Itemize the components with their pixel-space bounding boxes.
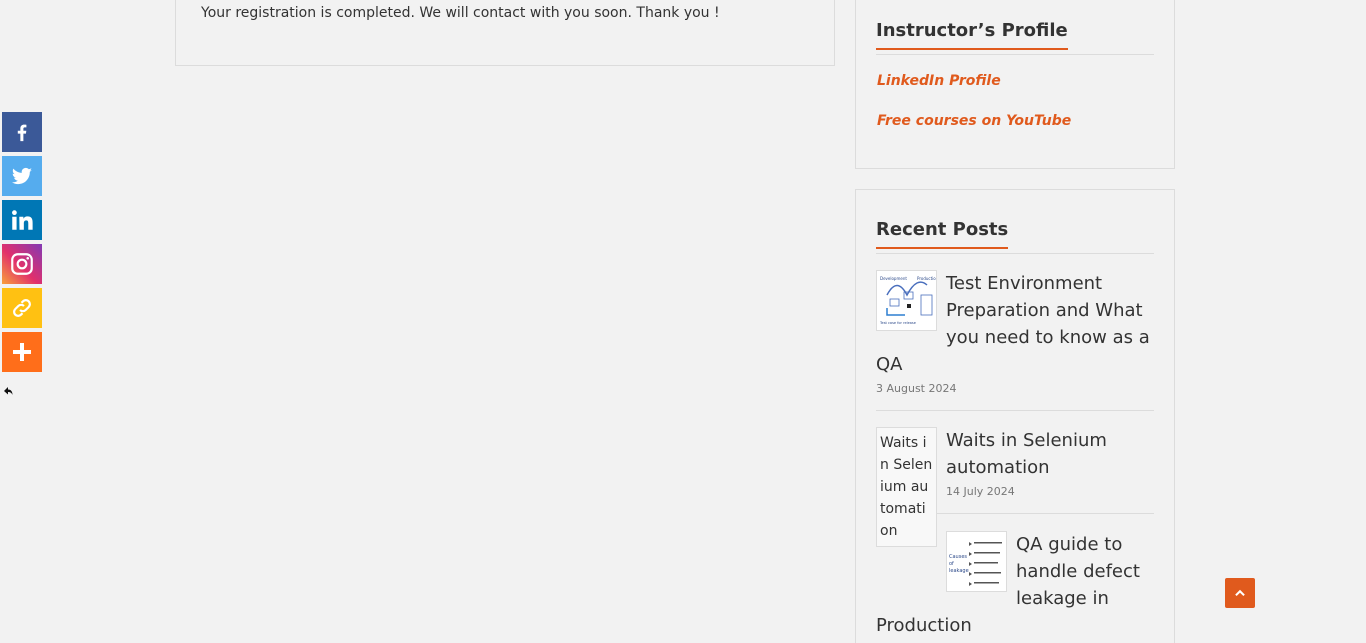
list-thumbnail-icon: Causes of leakage bbox=[947, 532, 1006, 591]
recent-post-item[interactable]: Causes of leakage QA guide to handle def… bbox=[876, 531, 1154, 639]
chevron-up-icon bbox=[1235, 589, 1245, 597]
recent-post-item[interactable]: Development Production Test case for rel… bbox=[876, 270, 1154, 395]
svg-text:of: of bbox=[949, 561, 954, 567]
registration-message: Your registration is completed. We will … bbox=[201, 5, 720, 21]
twitter-share-button[interactable] bbox=[2, 156, 42, 196]
instructor-title-text: Instructor’s Profile bbox=[876, 21, 1068, 50]
linkedin-profile-link[interactable]: LinkedIn Profile bbox=[877, 73, 1001, 89]
svg-text:Development: Development bbox=[880, 276, 907, 281]
linkedin-icon bbox=[12, 210, 33, 230]
svg-text:leakage: leakage bbox=[949, 568, 969, 574]
link-icon bbox=[13, 299, 31, 317]
post-thumbnail[interactable]: Waits in Selenium automation bbox=[876, 427, 937, 547]
thumb-spacer bbox=[876, 531, 946, 601]
post-divider bbox=[876, 410, 1154, 411]
instructor-profile-widget: Instructor’s Profile LinkedIn Profile Fr… bbox=[855, 0, 1175, 169]
facebook-icon bbox=[17, 124, 27, 142]
social-share-bar bbox=[2, 112, 42, 376]
facebook-share-button[interactable] bbox=[2, 112, 42, 152]
registration-panel: Your registration is completed. We will … bbox=[175, 0, 835, 66]
hide-share-icon[interactable] bbox=[2, 385, 14, 397]
diagram-thumbnail-icon: Development Production Test case for rel… bbox=[877, 271, 936, 330]
linkedin-share-button[interactable] bbox=[2, 200, 42, 240]
youtube-courses-link[interactable]: Free courses on YouTube bbox=[877, 113, 1071, 129]
twitter-icon bbox=[11, 167, 32, 185]
more-share-button[interactable] bbox=[2, 332, 42, 372]
recent-post-item[interactable]: Waits in Selenium automation Waits in Se… bbox=[876, 427, 1154, 547]
recent-posts-title-text: Recent Posts bbox=[876, 220, 1009, 249]
post-thumbnail[interactable]: Development Production Test case for rel… bbox=[876, 270, 937, 331]
widget-title-instructor: Instructor’s Profile bbox=[876, 21, 1154, 55]
post-date: 3 August 2024 bbox=[876, 382, 957, 395]
recent-posts-widget: Recent Posts Development Production Test… bbox=[855, 189, 1175, 643]
post-divider bbox=[936, 513, 1154, 514]
widget-title-recent-posts: Recent Posts bbox=[876, 220, 1154, 254]
svg-text:Test case for release: Test case for release bbox=[879, 321, 916, 325]
instagram-icon bbox=[11, 253, 33, 275]
svg-text:Causes: Causes bbox=[949, 554, 967, 560]
copy-link-button[interactable] bbox=[2, 288, 42, 328]
svg-text:Production: Production bbox=[917, 276, 936, 281]
plus-icon bbox=[13, 343, 31, 361]
instagram-share-button[interactable] bbox=[2, 244, 42, 284]
post-thumbnail[interactable]: Causes of leakage bbox=[946, 531, 1007, 592]
back-to-top-button[interactable] bbox=[1225, 578, 1255, 608]
